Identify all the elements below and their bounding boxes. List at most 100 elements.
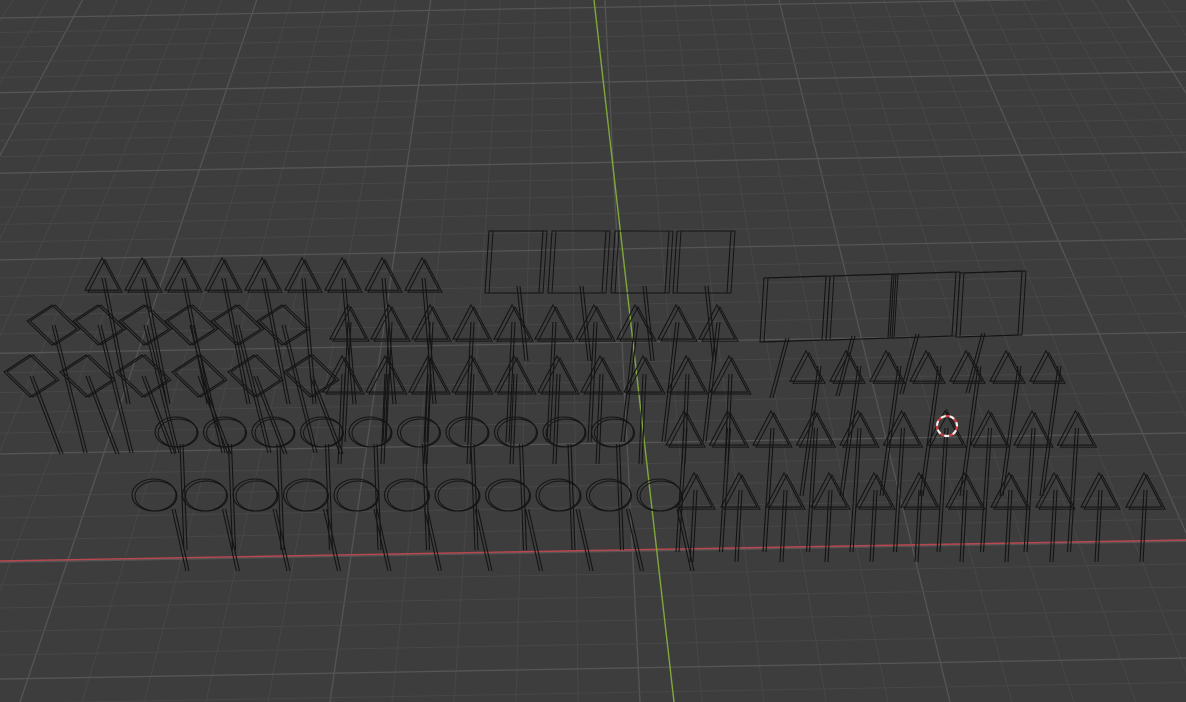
- pole-edge: [301, 277, 314, 405]
- grid-line: [515, 0, 536, 702]
- grid-line: [0, 586, 1186, 609]
- grid-line: [883, 0, 1137, 702]
- triangle-sign[interactable]: [829, 349, 866, 497]
- grid-line: [1126, 0, 1186, 95]
- triangle-sign[interactable]: [698, 303, 739, 443]
- diamond-sign[interactable]: [26, 304, 88, 454]
- grid-line: [0, 102, 1186, 125]
- pole-edge: [578, 508, 594, 572]
- pole-edge: [999, 365, 1019, 497]
- round-sign[interactable]: [383, 478, 443, 572]
- grid-line: [0, 202, 1186, 225]
- grid-line: [0, 118, 1186, 141]
- round-sign[interactable]: [493, 416, 538, 551]
- sign-face: [955, 270, 1023, 338]
- grid-line: [569, 0, 579, 702]
- triangle-sign[interactable]: [909, 349, 946, 497]
- pole-edge: [799, 365, 819, 497]
- triangle-sign[interactable]: [580, 354, 623, 465]
- sign-face-back: [488, 230, 548, 294]
- grid-line: [708, 0, 827, 702]
- sign-face: [547, 230, 607, 294]
- pole-edge: [54, 324, 88, 454]
- pole-edge: [344, 321, 352, 443]
- triangle-sign[interactable]: [408, 354, 451, 465]
- pole-edge: [575, 508, 591, 572]
- grid-line: [0, 609, 1186, 632]
- grid-line: [0, 293, 1186, 316]
- triangle-sign[interactable]: [752, 409, 793, 553]
- grid-line: [0, 411, 1186, 434]
- round-sign[interactable]: [585, 478, 645, 572]
- grid-line: [0, 86, 1186, 109]
- triangle-sign[interactable]: [1029, 349, 1066, 497]
- pole-edge: [376, 508, 392, 572]
- round-sign[interactable]: [333, 478, 392, 572]
- grid-line: [0, 633, 1186, 656]
- grid-line: [674, 0, 765, 702]
- triangle-signs-right-row-2[interactable]: [665, 409, 1098, 553]
- triangle-sign[interactable]: [537, 354, 580, 465]
- grid-line: [0, 135, 1186, 158]
- triangle-sign[interactable]: [494, 354, 537, 465]
- triangle-sign[interactable]: [451, 354, 494, 465]
- sign-face: [124, 256, 160, 291]
- diamond-sign[interactable]: [59, 354, 120, 455]
- grid-line: [778, 0, 951, 702]
- pole-edge: [101, 277, 128, 405]
- grid-line: [0, 256, 1186, 279]
- sign-face: [364, 256, 400, 291]
- triangle-sign[interactable]: [900, 471, 941, 563]
- sign-face: [131, 478, 177, 512]
- round-sign[interactable]: [251, 416, 296, 551]
- sign-face: [484, 478, 531, 512]
- sign-face: [829, 349, 863, 382]
- grid-line: [0, 168, 1186, 191]
- round-sign[interactable]: [484, 478, 544, 572]
- pole-edge: [224, 277, 251, 405]
- triangle-sign[interactable]: [1013, 409, 1054, 553]
- pole-edge: [676, 508, 692, 572]
- sign-face-back: [893, 271, 961, 339]
- round-sign[interactable]: [299, 416, 344, 551]
- pole-edge: [802, 365, 822, 497]
- pole-edge: [968, 332, 986, 394]
- sign-face: [383, 478, 430, 512]
- grid-line: [0, 474, 1186, 497]
- pole-edge: [100, 324, 134, 454]
- sign-face: [164, 256, 200, 291]
- triangle-sign[interactable]: [945, 471, 986, 563]
- grid-line: [453, 0, 501, 702]
- sign-face-back: [763, 275, 831, 343]
- round-sign[interactable]: [535, 478, 594, 572]
- sign-face: [84, 256, 120, 291]
- sign-face-back: [134, 480, 178, 512]
- scene-objects[interactable]: [3, 230, 1166, 572]
- sign-face: [404, 256, 440, 291]
- pole-edge: [304, 277, 317, 405]
- sign-face: [251, 416, 295, 448]
- triangle-sign[interactable]: [949, 349, 986, 497]
- sign-face: [299, 416, 344, 448]
- grid-line: [0, 0, 14, 23]
- sign-face: [445, 416, 489, 448]
- sign-face-back: [551, 230, 611, 294]
- sign-face: [284, 256, 320, 291]
- triangle-sign[interactable]: [324, 256, 363, 405]
- sign-face: [759, 275, 827, 343]
- 3d-viewport[interactable]: [0, 0, 1186, 702]
- grid-line: [813, 0, 1013, 702]
- grid-line: [0, 0, 49, 85]
- triangle-sign[interactable]: [1080, 471, 1121, 563]
- triangle-sign[interactable]: [1125, 471, 1166, 563]
- pole-edge: [1002, 365, 1022, 497]
- triangle-sign[interactable]: [926, 409, 967, 553]
- viewport-canvas[interactable]: [0, 0, 1186, 702]
- triangle-sign[interactable]: [855, 471, 896, 563]
- round-sign[interactable]: [636, 478, 695, 572]
- grid-line: [0, 657, 1186, 680]
- triangle-sign[interactable]: [709, 354, 752, 465]
- sign-face-back: [437, 480, 481, 512]
- grid-line: [743, 0, 889, 702]
- grid-line: [1161, 0, 1186, 37]
